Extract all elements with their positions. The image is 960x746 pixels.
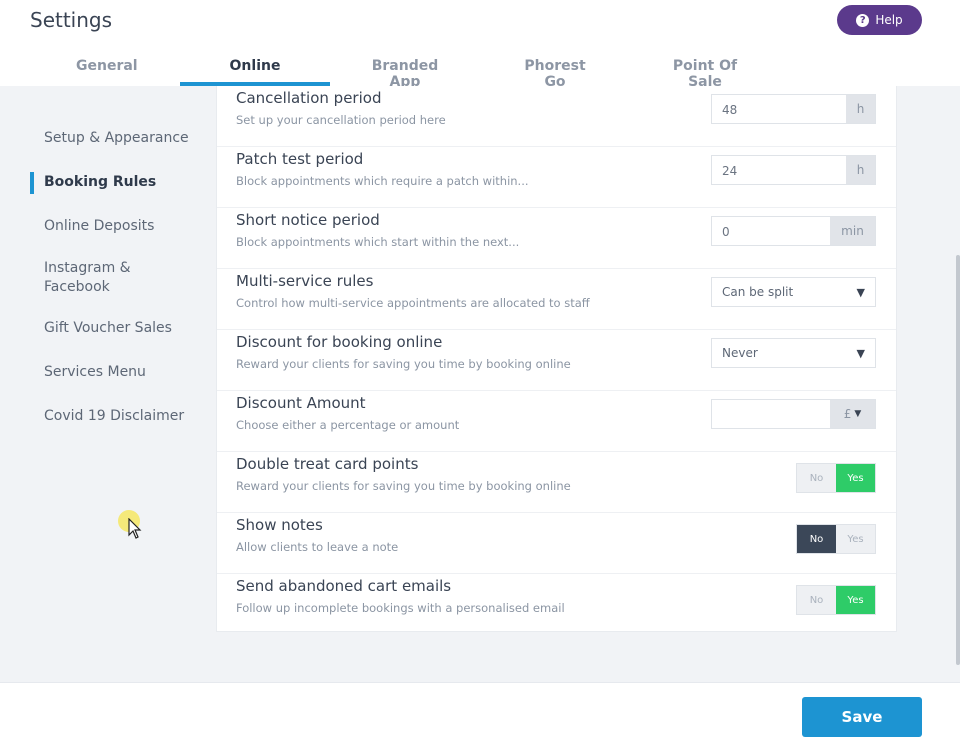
rule-discount-booking-online: Discount for booking online Reward your … — [217, 330, 896, 391]
question-circle-icon: ? — [856, 13, 870, 27]
discount-online-selected: Never — [722, 346, 758, 360]
hours-unit-label: h — [846, 156, 875, 184]
chevron-down-icon: ▼ — [856, 285, 865, 299]
rule-title: Discount for booking online — [236, 333, 443, 351]
rule-title: Send abandoned cart emails — [236, 577, 452, 595]
rule-short-notice-period: Short notice period Block appointments w… — [217, 208, 896, 269]
rule-discount-amount: Discount Amount Choose either a percenta… — [217, 391, 896, 452]
help-label: Help — [875, 13, 903, 27]
rule-title: Multi-service rules — [236, 272, 374, 290]
booking-rules-panel: Cancellation period Set up your cancella… — [216, 86, 897, 632]
toggle-yes[interactable]: Yes — [836, 525, 875, 553]
toggle-yes[interactable]: Yes — [836, 464, 875, 492]
multi-service-selected: Can be split — [722, 285, 794, 299]
currency-select[interactable]: £ ▼ — [830, 400, 875, 428]
rule-patch-test-period: Patch test period Block appointments whi… — [217, 147, 896, 208]
discount-online-select[interactable]: Never ▼ — [711, 338, 876, 368]
cancellation-period-input-group: 48 h — [711, 94, 876, 124]
sidebar-item-gift-voucher-sales[interactable]: Gift Voucher Sales — [44, 320, 172, 336]
short-notice-period-input-group: 0 min — [711, 216, 876, 246]
rule-description: Block appointments which start within th… — [236, 235, 520, 249]
rule-double-treat-card: Double treat card points Reward your cli… — [217, 452, 896, 513]
rule-description: Allow clients to leave a note — [236, 540, 399, 554]
discount-amount-input[interactable] — [712, 400, 830, 428]
rule-title: Discount Amount — [236, 394, 366, 412]
sidebar-item-setup-appearance[interactable]: Setup & Appearance — [44, 130, 189, 146]
rule-cancellation-period: Cancellation period Set up your cancella… — [217, 86, 896, 147]
rule-title: Show notes — [236, 516, 323, 534]
patch-test-period-input-group: 24 h — [711, 155, 876, 185]
toggle-yes[interactable]: Yes — [836, 586, 875, 614]
mouse-cursor-icon — [128, 518, 142, 539]
sidebar-item-instagram-facebook[interactable]: Instagram & Facebook — [44, 259, 164, 297]
sidebar-active-indicator — [30, 172, 34, 194]
page-title: Settings — [30, 8, 113, 32]
rule-description: Set up your cancellation period here — [236, 113, 446, 127]
top-bar — [0, 0, 960, 86]
tab-general[interactable]: General — [76, 58, 138, 74]
patch-test-period-input[interactable]: 24 — [712, 156, 846, 184]
rule-title: Short notice period — [236, 211, 380, 229]
discount-amount-input-group: £ ▼ — [711, 399, 876, 429]
toggle-no[interactable]: No — [797, 464, 836, 492]
minutes-unit-label: min — [830, 217, 875, 245]
toggle-no[interactable]: No — [797, 586, 836, 614]
abandoned-cart-toggle[interactable]: No Yes — [796, 585, 876, 615]
sidebar-item-online-deposits[interactable]: Online Deposits — [44, 218, 154, 234]
tab-online[interactable]: Online — [222, 58, 288, 74]
rule-description: Control how multi-service appointments a… — [236, 296, 590, 310]
save-button[interactable]: Save — [802, 697, 922, 737]
rule-abandoned-cart: Send abandoned cart emails Follow up inc… — [217, 574, 896, 635]
cancellation-period-input[interactable]: 48 — [712, 95, 846, 123]
rule-title: Double treat card points — [236, 455, 419, 473]
chevron-down-icon: ▼ — [856, 346, 865, 360]
rule-title: Patch test period — [236, 150, 364, 168]
double-treat-card-toggle[interactable]: No Yes — [796, 463, 876, 493]
sidebar-item-services-menu[interactable]: Services Menu — [44, 364, 146, 380]
rule-description: Reward your clients for saving you time … — [236, 479, 571, 493]
multi-service-select[interactable]: Can be split ▼ — [711, 277, 876, 307]
rule-description: Choose either a percentage or amount — [236, 418, 460, 432]
rule-multi-service: Multi-service rules Control how multi-se… — [217, 269, 896, 330]
sidebar-item-covid-disclaimer[interactable]: Covid 19 Disclaimer — [44, 408, 184, 424]
toggle-no[interactable]: No — [797, 525, 836, 553]
rule-description: Reward your clients for saving you time … — [236, 357, 571, 371]
help-button[interactable]: ? Help — [837, 5, 922, 35]
rule-description: Follow up incomplete bookings with a per… — [236, 601, 565, 615]
short-notice-period-input[interactable]: 0 — [712, 217, 830, 245]
rule-title: Cancellation period — [236, 89, 382, 107]
chevron-down-icon: ▼ — [854, 409, 862, 419]
show-notes-toggle[interactable]: No Yes — [796, 524, 876, 554]
hours-unit-label: h — [846, 95, 875, 123]
sidebar-item-booking-rules[interactable]: Booking Rules — [44, 174, 156, 190]
rule-show-notes: Show notes Allow clients to leave a note… — [217, 513, 896, 574]
currency-symbol: £ — [843, 407, 852, 421]
scrollbar[interactable] — [956, 255, 960, 665]
rule-description: Block appointments which require a patch… — [236, 174, 529, 188]
